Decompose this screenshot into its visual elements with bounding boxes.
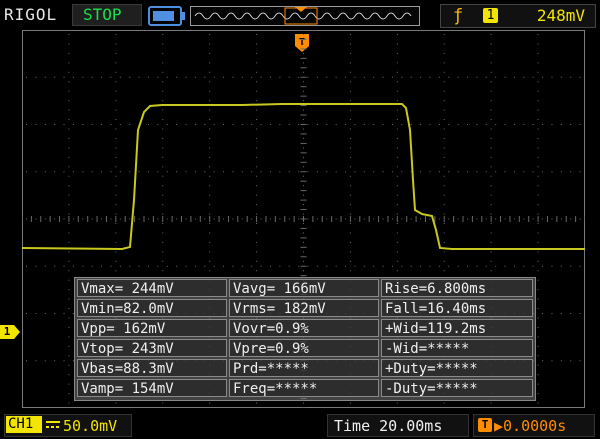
measurement-row: Vbas=88.3mV Prd=***** +Duty=***** — [75, 358, 535, 378]
measurement-value: Vamp= 154mV — [77, 379, 227, 397]
waveform-overview-icon — [194, 7, 412, 25]
measurement-value: Vtop= 243mV — [77, 339, 227, 357]
measurement-value: Vmin=82.0mV — [77, 299, 227, 317]
measurement-row: Vmax= 244mV Vavg= 166mV Rise=6.800ms — [75, 278, 535, 298]
trigger-offset-icon: T — [478, 418, 492, 432]
memory-depth-bar — [190, 6, 420, 26]
measurement-value: Vbas=88.3mV — [77, 359, 227, 377]
measurement-value: Rise=6.800ms — [381, 279, 533, 297]
measurement-row: Vamp= 154mV Freq=***** -Duty=***** — [75, 378, 535, 398]
ch1-offset-marker-tip — [14, 325, 20, 339]
battery-icon — [148, 6, 185, 26]
measurement-value: Vpp= 162mV — [77, 319, 227, 337]
measurement-panel: Vmax= 244mV Vavg= 166mV Rise=6.800ms Vmi… — [74, 277, 536, 401]
measurement-value: +Duty=***** — [381, 359, 533, 377]
ch1-offset-marker[interactable]: 1 — [0, 325, 14, 339]
run-state-label: STOP — [83, 5, 122, 24]
measurement-value: Fall=16.40ms — [381, 299, 533, 317]
channel-status[interactable]: CH1 50.0mV — [4, 414, 132, 437]
trigger-level: 248mV — [536, 6, 585, 25]
timebase-setting[interactable]: Time 20.00ms — [327, 414, 469, 437]
channel-label: CH1 — [6, 416, 42, 433]
measurement-value: Vrms= 182mV — [229, 299, 379, 317]
timebase-value: Time 20.00ms — [334, 417, 443, 435]
brand-logo: RIGOL — [4, 5, 58, 24]
vertical-scale: 50.0mV — [63, 417, 118, 435]
measurement-value: Vpre=0.9% — [229, 339, 379, 357]
bottom-status-bar: CH1 50.0mV Time 20.00ms T ▶0.0000s — [0, 410, 600, 439]
top-status-bar: RIGOL STOP ƒ 1 248mV — [0, 0, 600, 30]
measurement-row: Vmin=82.0mV Vrms= 182mV Fall=16.40ms — [75, 298, 535, 318]
measurement-value: Vovr=0.9% — [229, 319, 379, 337]
trigger-offset-setting[interactable]: T ▶0.0000s — [473, 414, 595, 437]
measurement-value: Vavg= 166mV — [229, 279, 379, 297]
measurement-value: Prd=***** — [229, 359, 379, 377]
measurement-row: Vpp= 162mV Vovr=0.9% +Wid=119.2ms — [75, 318, 535, 338]
run-stop-status[interactable]: STOP — [72, 4, 142, 26]
measurement-value: Freq=***** — [229, 379, 379, 397]
measurement-row: Vtop= 243mV Vpre=0.9% -Wid=***** — [75, 338, 535, 358]
measurement-value: +Wid=119.2ms — [381, 319, 533, 337]
rising-edge-icon: ƒ — [453, 6, 464, 26]
dc-coupling-icon — [46, 421, 60, 428]
trigger-source-badge: 1 — [483, 8, 498, 23]
trigger-offset-value: ▶0.0000s — [494, 417, 567, 435]
measurement-value: Vmax= 244mV — [77, 279, 227, 297]
measurement-value: -Duty=***** — [381, 379, 533, 397]
trigger-setting[interactable]: ƒ 1 248mV — [440, 4, 596, 28]
measurement-value: -Wid=***** — [381, 339, 533, 357]
